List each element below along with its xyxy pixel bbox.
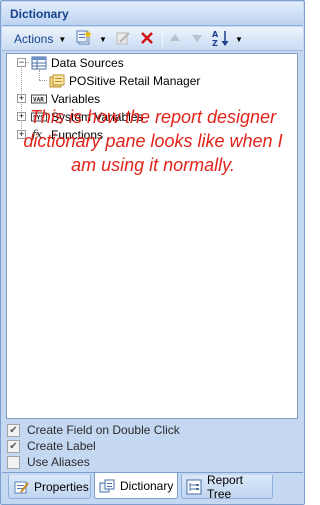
tree-item-label: POSitive Retail Manager — [69, 74, 201, 88]
move-down-icon — [190, 30, 204, 49]
option-use-aliases[interactable]: Use Aliases — [7, 454, 297, 470]
chevron-down-icon: ▼ — [235, 34, 243, 44]
new-item-button[interactable]: ▼ — [76, 29, 107, 49]
move-down-button[interactable] — [190, 30, 204, 48]
move-up-button[interactable] — [168, 30, 182, 48]
option-label: Use Aliases — [27, 455, 90, 469]
tab-label: Properties — [34, 479, 89, 494]
data-sources-icon — [31, 56, 47, 70]
expand-toggle[interactable]: + — [17, 94, 26, 103]
properties-icon — [13, 479, 29, 495]
option-create-label[interactable]: ✔ Create Label — [7, 438, 297, 454]
dictionary-icon — [99, 478, 115, 494]
tab-dictionary[interactable]: Dictionary — [94, 473, 178, 499]
create-field-checkbox[interactable]: ✔ — [7, 423, 20, 437]
title-bar: Dictionary — [2, 2, 303, 26]
report-tree-icon — [186, 479, 202, 495]
collapse-toggle[interactable]: − — [17, 58, 26, 67]
tree-item-data-sources[interactable]: − Data Sources — [7, 54, 287, 71]
dictionary-panel: Dictionary Actions ▼ ▼ A Z ▼ − Data Sour… — [0, 0, 305, 505]
tree-item-label: Data Sources — [51, 56, 124, 70]
variables-icon: VAR — [31, 92, 47, 106]
tab-label: Report Tree — [207, 472, 244, 501]
chevron-down-icon: ▼ — [99, 34, 107, 44]
edit-icon — [115, 30, 131, 49]
panel-tab-strip: Properties Dictionary Report Tree — [2, 472, 303, 503]
option-label: Create Label — [27, 439, 96, 453]
option-label: Create Field on Double Click — [27, 423, 180, 437]
option-create-field-on-double-click[interactable]: ✔ Create Field on Double Click — [7, 422, 297, 438]
new-item-icon — [76, 29, 94, 49]
toolbar-separator — [162, 31, 163, 47]
move-up-icon — [168, 30, 182, 49]
annotation-text: This is how the report designer dictiona… — [23, 107, 283, 175]
delete-button[interactable] — [139, 30, 155, 48]
edit-button[interactable] — [115, 30, 131, 48]
tab-properties[interactable]: Properties — [8, 475, 91, 499]
sort-button[interactable]: A Z ▼ — [212, 30, 243, 48]
toolbar: Actions ▼ ▼ A Z ▼ — [2, 27, 303, 51]
tab-label: Dictionary — [120, 478, 174, 493]
panel-title: Dictionary — [10, 7, 69, 21]
actions-label: Actions — [14, 32, 54, 46]
svg-text:Z: Z — [212, 39, 218, 47]
tree-item-positive-retail-manager[interactable]: POSitive Retail Manager — [7, 72, 287, 89]
sort-az-icon: A Z — [212, 29, 230, 50]
create-label-checkbox[interactable]: ✔ — [7, 439, 20, 453]
use-aliases-checkbox[interactable] — [7, 455, 20, 469]
chevron-down-icon: ▼ — [58, 34, 67, 44]
tree-item-label: Variables — [51, 92, 101, 106]
delete-icon — [139, 30, 155, 49]
database-icon — [49, 74, 65, 88]
svg-text:VAR: VAR — [33, 97, 44, 104]
tab-report-tree[interactable]: Report Tree — [181, 472, 273, 501]
actions-menu-button[interactable]: Actions ▼ — [14, 30, 66, 48]
dictionary-options: ✔ Create Field on Double Click ✔ Create … — [7, 422, 297, 470]
svg-text:A: A — [212, 30, 219, 39]
